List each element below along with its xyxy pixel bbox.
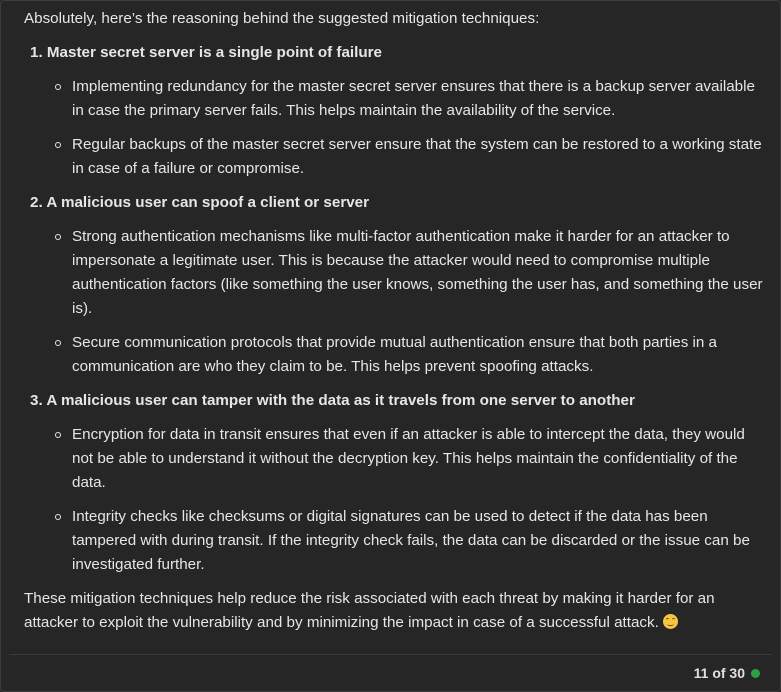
assistant-message: Absolutely, here’s the reasoning behind … xyxy=(24,7,764,635)
outro-text-content: These mitigation techniques help reduce … xyxy=(24,590,715,631)
bullet-icon xyxy=(55,514,61,520)
smiling-face-icon xyxy=(662,614,678,629)
list-item: Implementing redundancy for the master s… xyxy=(55,75,764,123)
bullet-icon xyxy=(55,432,61,438)
section-number: 2. xyxy=(30,194,43,211)
section-3: 3. A malicious user can tamper with the … xyxy=(24,389,764,577)
outro-text: These mitigation techniques help reduce … xyxy=(24,587,764,635)
bullet-text: Integrity checks like checksums or digit… xyxy=(72,508,750,573)
section-number: 3. xyxy=(30,392,43,409)
bullet-text: Regular backups of the master secret ser… xyxy=(72,136,762,177)
bullet-text: Strong authentication mechanisms like mu… xyxy=(72,228,763,317)
bullet-list: Encryption for data in transit ensures t… xyxy=(24,423,764,577)
pagination-footer: 11 of 30 xyxy=(694,665,760,681)
footer-divider xyxy=(9,654,772,655)
list-item: Regular backups of the master secret ser… xyxy=(55,133,764,181)
bullet-icon xyxy=(55,234,61,240)
section-title: 2. A malicious user can spoof a client o… xyxy=(24,191,764,215)
page-indicator: 11 of 30 xyxy=(693,665,745,681)
bullet-text: Secure communication protocols that prov… xyxy=(72,334,718,375)
list-item: Integrity checks like checksums or digit… xyxy=(55,505,764,577)
list-item: Encryption for data in transit ensures t… xyxy=(55,423,764,495)
bullet-text: Encryption for data in transit ensures t… xyxy=(72,426,745,491)
message-panel: Absolutely, here’s the reasoning behind … xyxy=(0,0,781,692)
section-title-text: A malicious user can spoof a client or s… xyxy=(46,194,370,211)
bullet-icon xyxy=(55,84,61,90)
bullet-list: Implementing redundancy for the master s… xyxy=(24,75,764,181)
bullet-icon xyxy=(55,340,61,346)
section-title-text: Master secret server is a single point o… xyxy=(46,44,383,61)
list-item: Secure communication protocols that prov… xyxy=(55,331,764,379)
section-title: 3. A malicious user can tamper with the … xyxy=(24,389,764,413)
section-number: 1. xyxy=(30,44,43,61)
bullet-list: Strong authentication mechanisms like mu… xyxy=(24,225,764,379)
bullet-icon xyxy=(55,142,61,148)
section-1: 1. Master secret server is a single poin… xyxy=(24,41,764,181)
section-title-text: A malicious user can tamper with the dat… xyxy=(46,392,635,409)
status-dot-icon xyxy=(751,668,760,678)
section-2: 2. A malicious user can spoof a client o… xyxy=(24,191,764,379)
section-title: 1. Master secret server is a single poin… xyxy=(24,41,764,65)
list-item: Strong authentication mechanisms like mu… xyxy=(55,225,764,321)
intro-text: Absolutely, here’s the reasoning behind … xyxy=(24,10,540,27)
bullet-text: Implementing redundancy for the master s… xyxy=(72,78,755,119)
